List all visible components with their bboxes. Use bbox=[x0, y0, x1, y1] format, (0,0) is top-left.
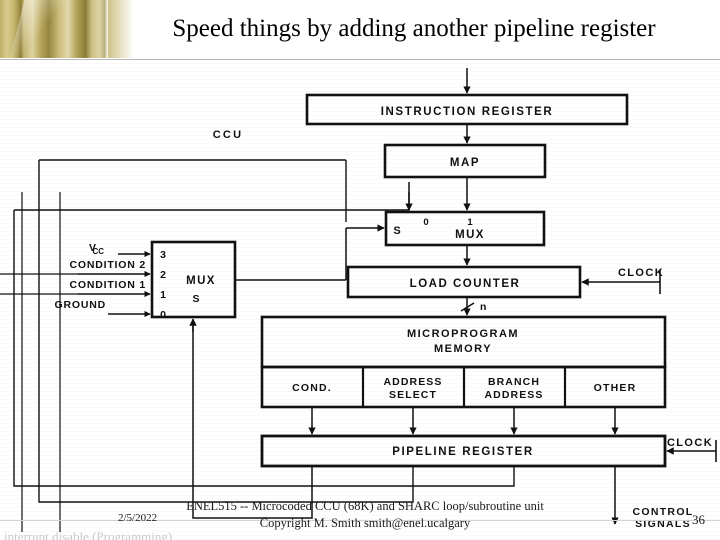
ccu-block-diagram: INSTRUCTION REGISTER MAP MUX S 0 1 LOAD … bbox=[0, 62, 720, 540]
memory-field-1-line1: ADDRESS bbox=[383, 376, 442, 388]
footer-cutoff-text: interrupt disable (Programming) bbox=[4, 529, 173, 540]
signal-control-signals-line1: CONTROL bbox=[632, 506, 693, 518]
address-mux-select-label: S bbox=[393, 225, 400, 237]
block-microprogram-memory-line1: MICROPROGRAM bbox=[407, 328, 519, 340]
block-microprogram-memory-line2: MEMORY bbox=[434, 343, 492, 355]
title-divider bbox=[0, 59, 720, 60]
block-condition-mux-label: MUX bbox=[186, 275, 216, 287]
block-map-label: MAP bbox=[450, 157, 480, 169]
memory-field-2-line1: BRANCH bbox=[488, 376, 540, 388]
signal-clock-counter-label: CLOCK bbox=[618, 267, 664, 279]
slide: Speed things by adding another pipeline … bbox=[0, 0, 720, 540]
footer-credits: ENEL515 -- Microcoded CCU (68K) and SHAR… bbox=[150, 498, 580, 532]
block-address-mux-label: MUX bbox=[455, 229, 485, 241]
footer-course-line: ENEL515 -- Microcoded CCU (68K) and SHAR… bbox=[186, 499, 544, 513]
footer-copyright-line: Copyright M. Smith smith@enel.ucalgary bbox=[259, 516, 471, 530]
signal-condition-1-label: CONDITION 1 bbox=[70, 279, 146, 291]
address-mux-input1-label: 1 bbox=[467, 217, 473, 228]
unit-ccu-label: CCU bbox=[213, 129, 243, 141]
block-pipeline-register-label: PIPELINE REGISTER bbox=[392, 446, 534, 458]
block-load-counter-label: LOAD COUNTER bbox=[410, 278, 521, 290]
address-mux-input0-label: 0 bbox=[423, 217, 428, 228]
slide-number: 36 bbox=[692, 512, 705, 527]
condition-mux-port-0: 0 bbox=[160, 309, 166, 321]
block-instruction-register-label: INSTRUCTION REGISTER bbox=[381, 106, 554, 118]
condition-mux-select-label: S bbox=[192, 293, 199, 305]
signal-condition-2-label: CONDITION 2 bbox=[70, 259, 146, 271]
signal-ground-label: GROUND bbox=[55, 299, 106, 311]
signal-clock-pipeline-label: CLOCK bbox=[667, 437, 713, 449]
condition-mux-port-3: 3 bbox=[160, 249, 166, 261]
bus-width-label: n bbox=[480, 301, 486, 313]
page-title: Speed things by adding another pipeline … bbox=[172, 15, 656, 42]
gold-decoration-band bbox=[0, 0, 108, 58]
memory-field-3-line1: OTHER bbox=[594, 382, 637, 394]
memory-field-1-line2: SELECT bbox=[389, 389, 437, 401]
memory-field-0-line1: COND. bbox=[292, 382, 332, 394]
condition-mux-port-1: 1 bbox=[160, 289, 166, 301]
memory-field-2-line2: ADDRESS bbox=[484, 389, 543, 401]
condition-mux-port-2: 2 bbox=[160, 269, 166, 281]
signal-vcc-subscript: CC bbox=[92, 247, 104, 256]
